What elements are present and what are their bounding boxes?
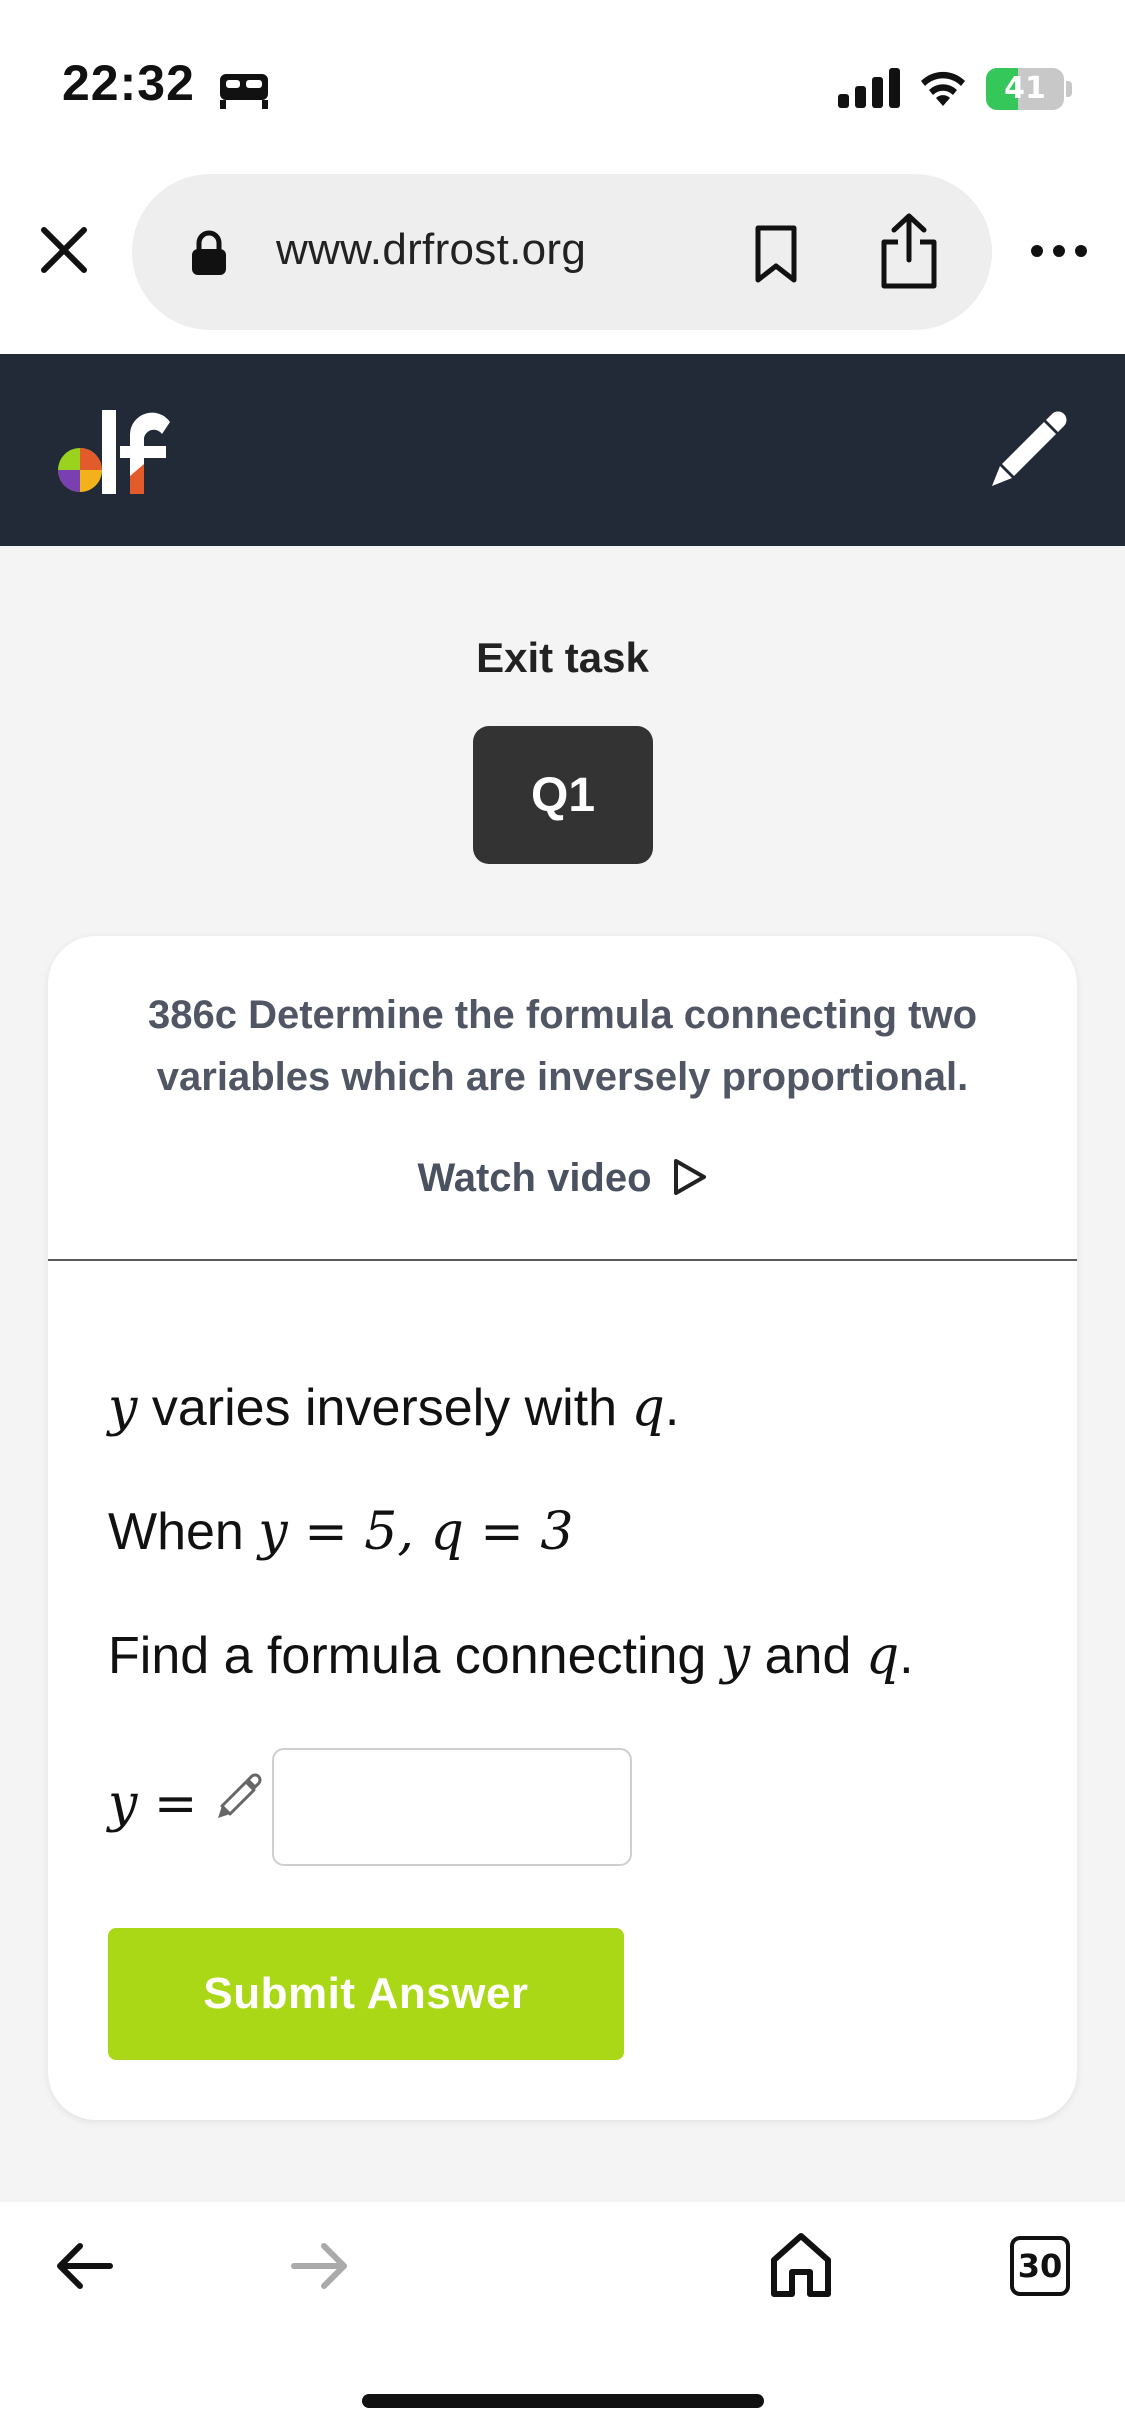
variable-y: y	[108, 1378, 138, 1438]
wifi-icon	[921, 71, 965, 106]
question-number-badge[interactable]: Q1	[473, 726, 653, 864]
status-time: 22:32	[62, 55, 195, 111]
pencil-icon[interactable]	[988, 406, 1072, 490]
punctuation: .	[664, 1379, 680, 1437]
watch-video-link[interactable]: Watch video	[0, 1156, 1125, 1201]
url-text[interactable]: www.drfrost.org	[276, 225, 586, 275]
home-icon[interactable]	[770, 2232, 832, 2298]
battery-level-text: 41	[1004, 71, 1046, 106]
tabs-count-button[interactable]: 30	[1010, 2236, 1070, 2296]
sleep-focus-icon	[220, 74, 268, 109]
share-icon[interactable]	[878, 212, 940, 290]
punctuation: .	[899, 1627, 914, 1685]
question-line-2: When y = 5, q = 3	[108, 1502, 573, 1562]
question-text: When	[108, 1503, 259, 1561]
variable-y: y	[720, 1626, 751, 1686]
watch-video-label[interactable]: Watch video	[417, 1156, 651, 1200]
variable-q: q	[865, 1626, 900, 1686]
battery-indicator: 41	[986, 68, 1072, 110]
question-text: varies inversely with	[137, 1379, 632, 1437]
skill-title: 386c Determine the formula connecting tw…	[147, 993, 978, 1099]
dr-frost-logo[interactable]	[50, 404, 180, 500]
forward-arrow-icon[interactable]	[290, 2240, 352, 2292]
math-editor-pencil-icon[interactable]	[212, 1770, 264, 1822]
answer-prefix: y =	[108, 1774, 197, 1834]
more-options-icon[interactable]	[1030, 244, 1088, 258]
back-arrow-icon[interactable]	[52, 2240, 114, 2292]
cellular-signal-icon	[838, 68, 900, 108]
card-divider	[48, 1259, 1077, 1261]
answer-input[interactable]	[272, 1748, 632, 1866]
answer-prefix-text: y =	[108, 1774, 198, 1834]
question-line-3: Find a formula connecting y and q.	[108, 1626, 914, 1686]
question-text: Find a formula connecting	[108, 1627, 721, 1685]
bookmark-icon[interactable]	[752, 224, 800, 284]
close-icon[interactable]	[38, 224, 90, 276]
given-values: y = 5, q = 3	[258, 1502, 574, 1562]
question-text: and	[750, 1627, 866, 1685]
home-indicator[interactable]	[362, 2394, 764, 2408]
play-icon[interactable]	[670, 1157, 708, 1197]
question-line-1: y varies inversely with q.	[108, 1378, 679, 1438]
exit-task-link[interactable]: Exit task	[0, 634, 1125, 682]
lock-icon	[192, 230, 226, 275]
submit-answer-button[interactable]: Submit Answer	[108, 1928, 624, 2060]
variable-q: q	[631, 1378, 665, 1438]
